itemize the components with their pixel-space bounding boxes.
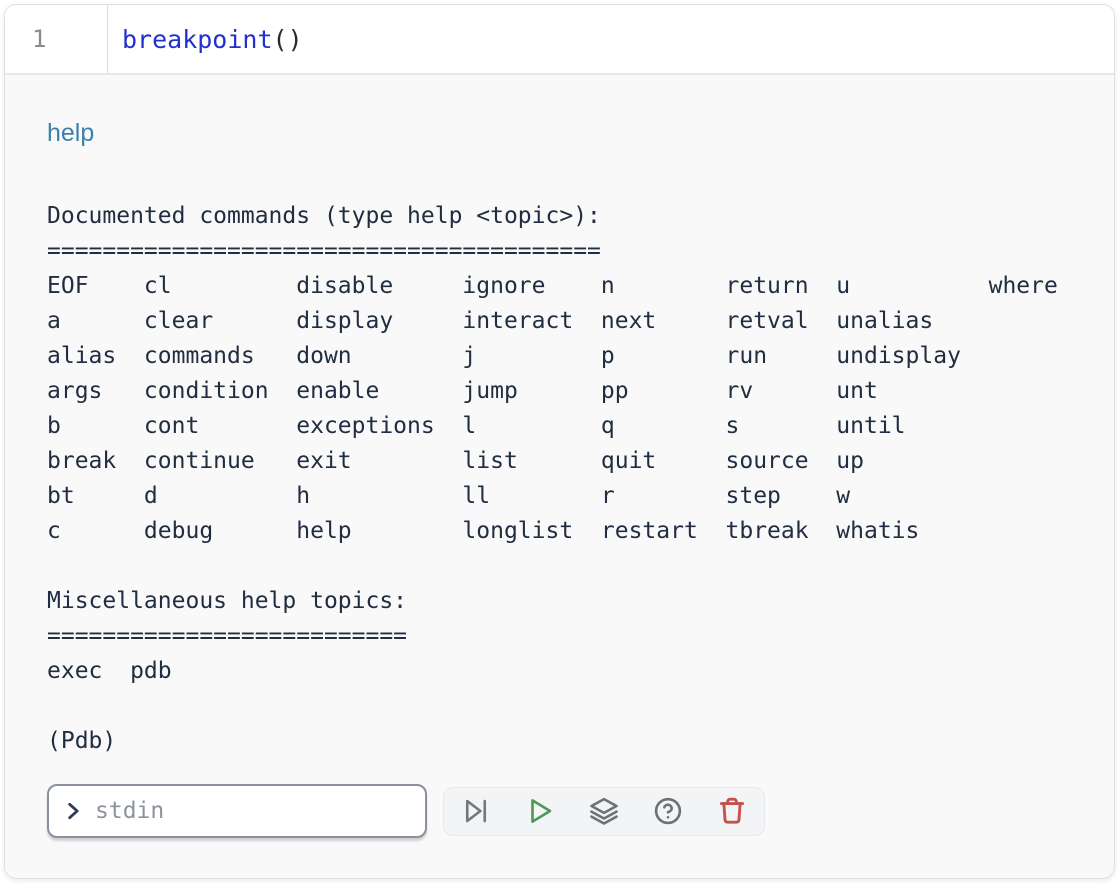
- line-number: 1: [32, 25, 46, 53]
- clear-button[interactable]: [700, 788, 764, 835]
- debugger-panel: 1 breakpoint() help Documented commands …: [4, 4, 1115, 879]
- help-button[interactable]: [636, 788, 700, 835]
- code-paren-token: (): [273, 25, 303, 54]
- debug-toolbar: [443, 787, 765, 836]
- run-button[interactable]: [508, 788, 572, 835]
- layers-icon: [589, 796, 619, 826]
- code-editor[interactable]: 1 breakpoint(): [5, 5, 1114, 75]
- editor-gutter: 1: [5, 5, 108, 73]
- code-builtin-token: breakpoint: [122, 25, 273, 54]
- skip-forward-icon: [461, 796, 491, 826]
- echoed-command: help: [47, 121, 1072, 146]
- code-line[interactable]: breakpoint(): [108, 5, 303, 73]
- snoop-button[interactable]: [572, 788, 636, 835]
- controls-row: [47, 784, 1072, 838]
- trash-icon: [717, 796, 747, 826]
- step-forward-button[interactable]: [444, 788, 508, 835]
- play-icon: [525, 796, 555, 826]
- terminal-output: help Documented commands (type help <top…: [5, 75, 1114, 838]
- stdin-box[interactable]: [47, 784, 427, 838]
- question-circle-icon: [653, 796, 683, 826]
- stdin-input[interactable]: [93, 797, 413, 825]
- chevron-right-icon: [63, 801, 83, 821]
- pdb-help-output: Documented commands (type help <topic>):…: [47, 199, 1072, 759]
